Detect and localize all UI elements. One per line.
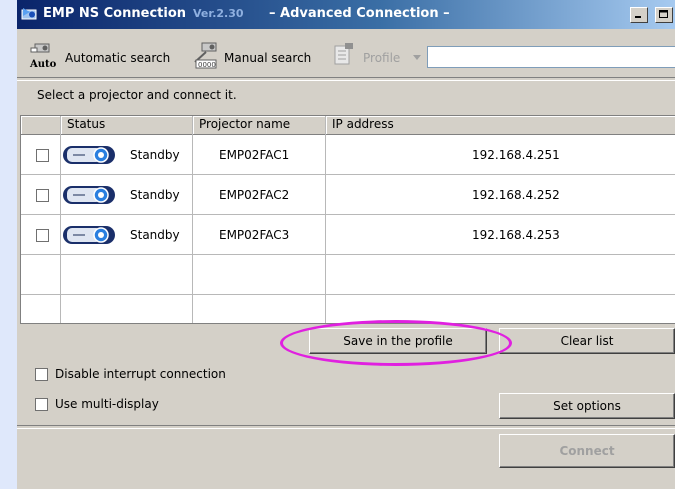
- window-version: Ver.2.30: [193, 7, 244, 20]
- profile-select-field[interactable]: [427, 46, 675, 68]
- manual-search-label: Manual search: [224, 51, 312, 65]
- profile-dropdown-button[interactable]: Profile: [329, 36, 425, 74]
- profile-icon: [334, 43, 353, 65]
- instruction-text: Select a projector and connect it.: [37, 88, 237, 102]
- toolbar-separator: [17, 77, 675, 81]
- ip-address: 192.168.4.251: [472, 148, 560, 162]
- multi-display-label: Use multi-display: [55, 397, 159, 411]
- manual-search-icon: 0000: [194, 42, 217, 69]
- table-row[interactable]: Standby EMP02FAC1 192.168.4.251: [21, 135, 675, 175]
- row-checkbox[interactable]: [36, 149, 49, 162]
- ip-address-column-header[interactable]: IP address: [326, 116, 675, 135]
- automatic-search-button[interactable]: Auto Automatic search: [17, 36, 177, 74]
- toolbar: Auto Automatic search 0000 Manual search: [17, 36, 675, 74]
- minimize-icon: [635, 16, 642, 18]
- multi-display-checkbox[interactable]: [35, 398, 48, 411]
- window-controls: [630, 7, 675, 23]
- status-column-header[interactable]: Status: [61, 116, 193, 135]
- title-bar[interactable]: EMP NS Connection Ver.2.30 – Advanced Co…: [17, 0, 675, 29]
- chevron-down-icon: [413, 55, 421, 60]
- emp-ns-connection-window: EMP NS Connection Ver.2.30 – Advanced Co…: [17, 0, 675, 489]
- minimize-button[interactable]: [630, 7, 649, 23]
- status-text: Standby: [130, 148, 180, 162]
- projector-table: Status Projector name IP address Standby…: [20, 115, 675, 324]
- row-checkbox[interactable]: [36, 189, 49, 202]
- profile-label: Profile: [363, 51, 401, 65]
- window-title: EMP NS Connection: [43, 6, 186, 21]
- ip-address: 192.168.4.252: [472, 188, 560, 202]
- window-subtitle: – Advanced Connection –: [269, 6, 450, 21]
- table-row[interactable]: Standby EMP02FAC2 192.168.4.252: [21, 175, 675, 215]
- manual-search-button[interactable]: 0000 Manual search: [189, 36, 319, 74]
- projector-icon: [63, 146, 115, 164]
- row-checkbox[interactable]: [36, 229, 49, 242]
- app-projector-icon: [21, 8, 37, 20]
- projector-name-column-header[interactable]: Projector name: [193, 116, 326, 135]
- projector-icon: [63, 226, 115, 244]
- projector-name: EMP02FAC1: [219, 148, 290, 162]
- footer-divider: [17, 425, 675, 429]
- status-text: Standby: [130, 228, 180, 242]
- clear-list-button[interactable]: Clear list: [499, 328, 675, 354]
- maximize-icon: [659, 10, 668, 18]
- connect-button[interactable]: Connect: [499, 434, 675, 468]
- ip-address: 192.168.4.253: [472, 228, 560, 242]
- empty-table-row: [21, 255, 675, 295]
- set-options-button[interactable]: Set options: [499, 393, 675, 419]
- maximize-button[interactable]: [655, 7, 673, 23]
- projector-name: EMP02FAC3: [219, 228, 290, 242]
- projector-icon: [63, 186, 115, 204]
- auto-icon-text: Auto: [29, 59, 57, 70]
- disable-interrupt-label: Disable interrupt connection: [55, 367, 226, 381]
- checkbox-column-header[interactable]: [21, 116, 61, 135]
- automatic-search-label: Automatic search: [65, 51, 171, 65]
- table-row[interactable]: Standby EMP02FAC3 192.168.4.253: [21, 215, 675, 255]
- auto-search-icon: Auto: [29, 43, 57, 70]
- svg-text:0000: 0000: [198, 61, 216, 69]
- disable-interrupt-checkbox[interactable]: [35, 368, 48, 381]
- save-in-profile-button[interactable]: Save in the profile: [309, 328, 487, 354]
- projector-name: EMP02FAC2: [219, 188, 290, 202]
- status-text: Standby: [130, 188, 180, 202]
- empty-table-row: [21, 295, 675, 323]
- table-header: Status Projector name IP address: [21, 116, 675, 135]
